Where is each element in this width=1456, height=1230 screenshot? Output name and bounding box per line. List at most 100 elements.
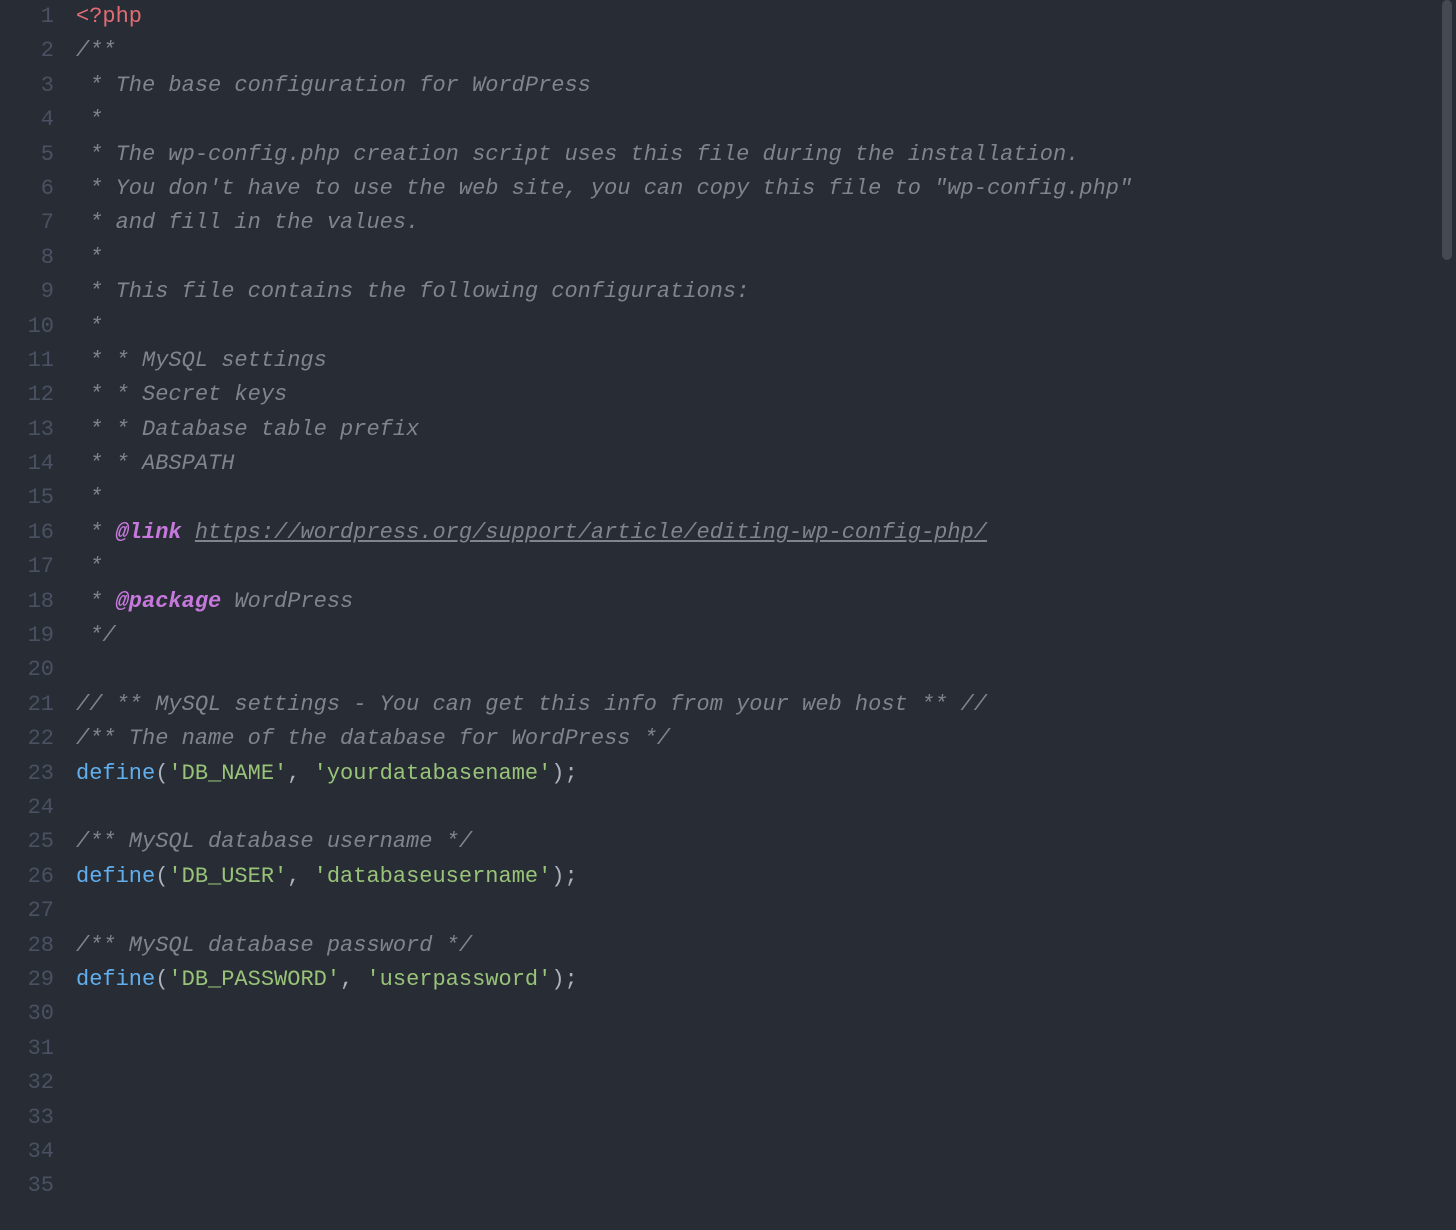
code-token: ); [551, 967, 577, 992]
code-line[interactable]: * [76, 103, 1456, 137]
line-number: 18 [0, 585, 54, 619]
code-line[interactable]: // ** MySQL settings - You can get this … [76, 688, 1456, 722]
code-line[interactable]: * * ABSPATH [76, 447, 1456, 481]
code-token: /** MySQL database password */ [76, 933, 472, 958]
code-token: , [287, 761, 313, 786]
code-line[interactable]: /** The name of the database for WordPre… [76, 722, 1456, 756]
line-number: 29 [0, 963, 54, 997]
code-line[interactable]: /** MySQL database username */ [76, 825, 1456, 859]
code-token: * * MySQL settings [76, 348, 327, 373]
code-token [182, 520, 195, 545]
code-token: * [76, 554, 102, 579]
code-token: * [76, 314, 102, 339]
code-token: * * Database table prefix [76, 417, 419, 442]
code-line[interactable] [76, 1032, 1456, 1066]
code-token: define [76, 761, 155, 786]
line-number: 3 [0, 69, 54, 103]
code-token: * [76, 485, 102, 510]
code-line[interactable]: define('DB_NAME', 'yourdatabasename'); [76, 757, 1456, 791]
code-line[interactable]: define('DB_PASSWORD', 'userpassword'); [76, 963, 1456, 997]
code-line[interactable] [76, 1135, 1456, 1169]
code-token: 'userpassword' [366, 967, 551, 992]
line-number: 14 [0, 447, 54, 481]
code-line[interactable]: * The wp-config.php creation script uses… [76, 138, 1456, 172]
code-line[interactable] [76, 894, 1456, 928]
line-number: 19 [0, 619, 54, 653]
code-token: 'DB_USER' [168, 864, 287, 889]
code-line[interactable]: <?php [76, 0, 1456, 34]
code-token: , [287, 864, 313, 889]
line-number-gutter: 1234567891011121314151617181920212223242… [0, 0, 68, 1230]
line-number: 21 [0, 688, 54, 722]
line-number: 12 [0, 378, 54, 412]
vertical-scrollbar-thumb[interactable] [1442, 0, 1452, 260]
code-line[interactable]: * You don't have to use the web site, yo… [76, 172, 1456, 206]
code-line[interactable]: * The base configuration for WordPress [76, 69, 1456, 103]
code-line[interactable]: * [76, 481, 1456, 515]
code-line[interactable]: * * MySQL settings [76, 344, 1456, 378]
code-line[interactable]: * [76, 241, 1456, 275]
code-line[interactable]: * @link https://wordpress.org/support/ar… [76, 516, 1456, 550]
code-token: */ [76, 623, 116, 648]
code-token: https://wordpress.org/support/article/ed… [195, 520, 987, 545]
code-line[interactable] [76, 1101, 1456, 1135]
line-number: 4 [0, 103, 54, 137]
line-number: 15 [0, 481, 54, 515]
code-token: * The base configuration for WordPress [76, 73, 591, 98]
line-number: 5 [0, 138, 54, 172]
line-number: 10 [0, 310, 54, 344]
code-editor[interactable]: 1234567891011121314151617181920212223242… [0, 0, 1456, 1230]
code-token: * [76, 520, 116, 545]
code-token: * The wp-config.php creation script uses… [76, 142, 1079, 167]
line-number: 9 [0, 275, 54, 309]
line-number: 23 [0, 757, 54, 791]
line-number: 17 [0, 550, 54, 584]
code-token: 'databaseusername' [314, 864, 552, 889]
code-line[interactable] [76, 1066, 1456, 1100]
line-number: 2 [0, 34, 54, 68]
code-token: * [76, 589, 116, 614]
code-token: ( [155, 761, 168, 786]
code-line[interactable]: * * Database table prefix [76, 413, 1456, 447]
code-token: // ** MySQL settings - You can get this … [76, 692, 987, 717]
line-number: 20 [0, 653, 54, 687]
code-token: @package [116, 589, 222, 614]
code-line[interactable]: * and fill in the values. [76, 206, 1456, 240]
code-token: define [76, 967, 155, 992]
line-number: 7 [0, 206, 54, 240]
code-line[interactable]: define('DB_USER', 'databaseusername'); [76, 860, 1456, 894]
code-token: * [76, 107, 102, 132]
line-number: 8 [0, 241, 54, 275]
code-line[interactable]: /** MySQL database password */ [76, 929, 1456, 963]
line-number: 25 [0, 825, 54, 859]
code-token: ); [551, 864, 577, 889]
code-line[interactable]: * This file contains the following confi… [76, 275, 1456, 309]
code-token: * [76, 245, 102, 270]
line-number: 6 [0, 172, 54, 206]
code-line[interactable] [76, 791, 1456, 825]
code-line[interactable] [76, 997, 1456, 1031]
line-number: 16 [0, 516, 54, 550]
code-token: <?php [76, 4, 142, 29]
code-line[interactable]: * [76, 550, 1456, 584]
code-line[interactable]: */ [76, 619, 1456, 653]
code-token: @link [116, 520, 182, 545]
line-number: 11 [0, 344, 54, 378]
code-line[interactable] [76, 1169, 1456, 1203]
code-line[interactable]: /** [76, 34, 1456, 68]
code-token: ); [551, 761, 577, 786]
code-token: * and fill in the values. [76, 210, 419, 235]
line-number: 28 [0, 929, 54, 963]
code-token: 'DB_NAME' [168, 761, 287, 786]
code-line[interactable] [76, 653, 1456, 687]
code-line[interactable]: * @package WordPress [76, 585, 1456, 619]
line-number: 34 [0, 1135, 54, 1169]
code-line[interactable]: * [76, 310, 1456, 344]
code-token: * This file contains the following confi… [76, 279, 749, 304]
line-number: 1 [0, 0, 54, 34]
code-token: WordPress [221, 589, 353, 614]
code-area[interactable]: <?php /** * The base configuration for Wo… [68, 0, 1456, 1230]
line-number: 30 [0, 997, 54, 1031]
code-token: , [340, 967, 366, 992]
code-line[interactable]: * * Secret keys [76, 378, 1456, 412]
